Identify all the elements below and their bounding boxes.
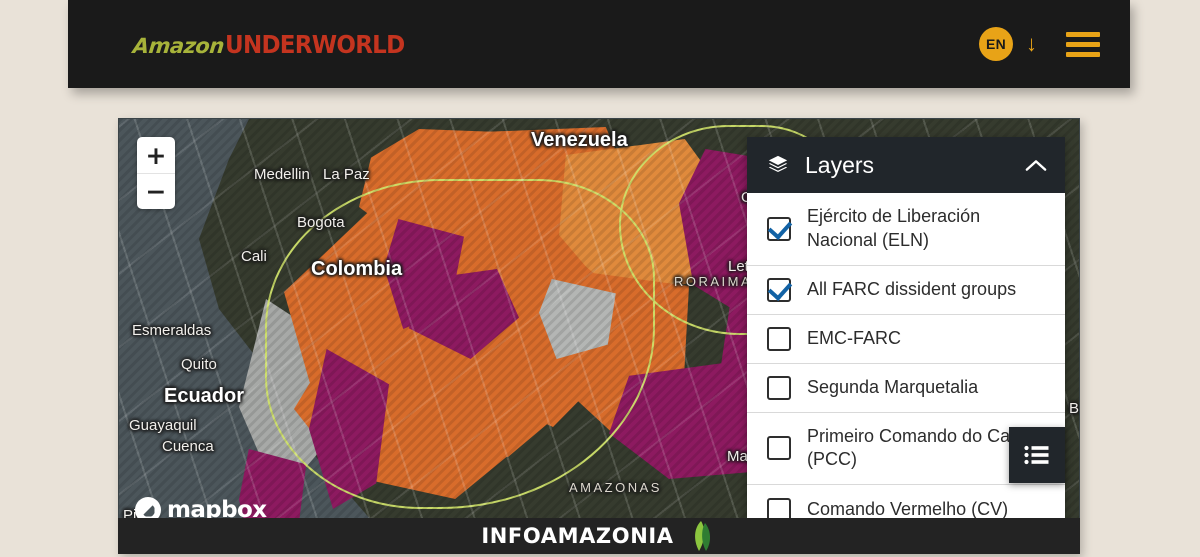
brand-logo[interactable]: Amazon UNDERWORLD xyxy=(133,30,420,59)
site-footer: INFOAMAZONIA xyxy=(118,518,1080,554)
layers-panel-header[interactable]: Layers xyxy=(747,137,1065,193)
layer-row[interactable]: Ejército de Liberación Nacional (ELN) xyxy=(747,193,1065,266)
layer-label: EMC-FARC xyxy=(807,327,901,351)
language-selector-button[interactable]: EN xyxy=(979,27,1013,61)
layer-row[interactable]: Segunda Marquetalia xyxy=(747,364,1065,413)
hamburger-bar xyxy=(1066,42,1100,47)
hamburger-menu-icon[interactable] xyxy=(1066,32,1100,57)
brand-logo-amazon: Amazon xyxy=(132,34,225,58)
layer-checkbox[interactable] xyxy=(767,278,791,302)
layer-label: All FARC dissident groups xyxy=(807,278,1016,302)
hamburger-bar xyxy=(1066,52,1100,57)
zoom-out-button[interactable]: − xyxy=(137,173,175,209)
layer-checkbox[interactable] xyxy=(767,327,791,351)
layer-checkbox[interactable] xyxy=(767,376,791,400)
header-actions: EN ↓ xyxy=(979,27,1100,61)
zoom-in-button[interactable]: + xyxy=(137,137,175,173)
map-zoom-control[interactable]: + − xyxy=(137,137,175,209)
map-stage[interactable]: VenezuelaMedellinLa PazBogotaCaliColombi… xyxy=(118,118,1080,554)
site-header: Amazon UNDERWORLD EN ↓ xyxy=(68,0,1130,88)
hamburger-bar xyxy=(1066,32,1100,37)
chevron-down-icon[interactable]: ↓ xyxy=(1026,33,1037,55)
layer-label: Segunda Marquetalia xyxy=(807,376,978,400)
layers-panel-title: Layers xyxy=(805,152,1009,179)
list-view-icon xyxy=(1024,444,1050,466)
layers-stack-icon xyxy=(767,154,789,176)
brand-logo-underworld: UNDERWORLD xyxy=(225,30,404,59)
layer-checkbox[interactable] xyxy=(767,436,791,460)
list-view-toggle-button[interactable] xyxy=(1009,427,1065,483)
chevron-up-icon[interactable] xyxy=(1025,158,1047,172)
footer-brand-label: INFOAMAZONIA xyxy=(481,524,673,548)
layer-checkbox[interactable] xyxy=(767,217,791,241)
leaf-logo-icon xyxy=(685,520,717,552)
layer-label: Ejército de Liberación Nacional (ELN) xyxy=(807,205,1047,253)
layer-row[interactable]: All FARC dissident groups xyxy=(747,266,1065,315)
layer-row[interactable]: EMC-FARC xyxy=(747,315,1065,364)
